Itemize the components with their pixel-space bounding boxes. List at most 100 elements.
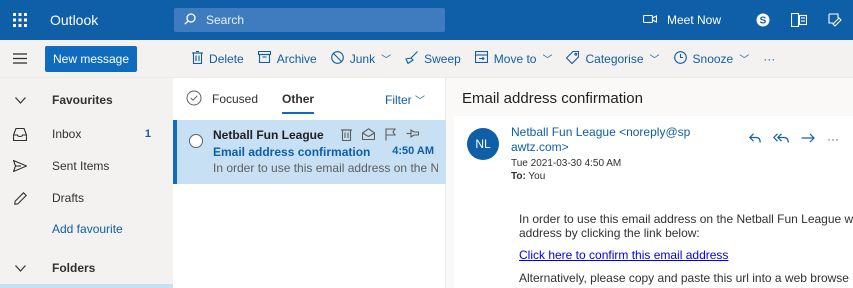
tab-other[interactable]: Other [282, 92, 315, 114]
chevron-down-icon [0, 264, 40, 272]
sweep-label: Sweep [424, 51, 461, 66]
inbox-icon [0, 127, 40, 141]
app-launcher-icon[interactable] [0, 0, 40, 40]
folders-label: Folders [52, 261, 96, 275]
folders-header[interactable]: Folders [0, 252, 173, 284]
trash-icon[interactable] [341, 128, 352, 144]
block-icon [330, 50, 344, 67]
hamburger-menu-icon[interactable] [0, 40, 40, 78]
sender-line-1: Netball Fun League <noreply@sp [511, 125, 691, 139]
broom-icon [405, 50, 418, 67]
meet-now-label: Meet Now [666, 13, 721, 27]
message-list: Focused Other Filter ﹀ Netball Fun Leagu… [173, 78, 446, 288]
list-item[interactable]: Netball Fun League Email address confirm… [173, 120, 446, 184]
search-input[interactable]: Search [174, 8, 445, 32]
skype-icon[interactable]: S [745, 0, 781, 40]
more-actions-label: ··· [763, 51, 776, 66]
select-all-checkbox[interactable] [186, 90, 202, 109]
new-message-button[interactable]: New message [45, 45, 138, 72]
tab-focused[interactable]: Focused [212, 92, 258, 106]
to-label: To: [511, 171, 526, 182]
folder-pane: Favourites Inbox 1 Sent Items Drafts Add… [0, 78, 173, 288]
chevron-down-icon: ﹀ [542, 55, 553, 66]
svg-text:S: S [760, 16, 767, 27]
sweep-button[interactable]: Sweep [405, 50, 461, 67]
search-icon [184, 12, 206, 28]
add-favourite-link[interactable]: Add favourite [0, 213, 173, 245]
sender-line-2: awtz.com> [511, 140, 569, 154]
video-camera-icon [642, 13, 658, 27]
message-sender: Netball Fun League [213, 128, 324, 142]
sent-label: Sent Items [52, 159, 110, 173]
meet-now-button[interactable]: Meet Now [642, 13, 721, 27]
mark-read-icon[interactable] [361, 128, 376, 144]
confirm-email-link[interactable]: Click here to confirm this email address [519, 248, 729, 262]
clock-icon [673, 50, 687, 67]
inbox-unread-count: 1 [144, 128, 151, 140]
email-body: In order to use this email address on th… [519, 212, 853, 285]
move-to-button[interactable]: Move to ﹀ [474, 50, 553, 66]
command-bar: New message Delete Archive Junk ﹀ Sweep … [0, 40, 853, 78]
to-value: You [528, 171, 546, 182]
favourites-label: Favourites [52, 93, 113, 107]
archive-label: Archive [276, 51, 317, 66]
top-bar: Outlook Search Meet Now S [0, 0, 853, 40]
more-actions-button[interactable]: ··· [763, 52, 775, 66]
email-recipients: To: You [511, 171, 545, 182]
app-title[interactable]: Outlook [50, 12, 170, 28]
reply-icon[interactable] [748, 132, 761, 146]
sender-address[interactable]: Netball Fun League <noreply@sp awtz.com> [511, 125, 691, 155]
chevron-down-icon [0, 96, 40, 104]
chevron-down-icon: ﹀ [649, 55, 660, 66]
filter-button[interactable]: Filter ﹀ [385, 92, 425, 107]
archive-icon [257, 50, 271, 66]
flag-icon[interactable] [385, 128, 397, 144]
email-subject-title: Email address confirmation [462, 90, 643, 107]
email-card: NL Netball Fun League <noreply@sp awtz.c… [454, 116, 853, 288]
calendar-icon[interactable] [781, 0, 817, 40]
email-date: Tue 2021-03-30 4:50 AM [511, 158, 622, 169]
filter-label: Filter [384, 92, 412, 107]
chevron-down-icon: ﹀ [415, 95, 425, 107]
junk-button[interactable]: Junk ﹀ [330, 50, 392, 67]
avatar[interactable]: NL [467, 128, 499, 160]
selected-folder-indicator [0, 284, 173, 288]
categorise-button[interactable]: Categorise ﹀ [566, 50, 660, 67]
feedback-icon[interactable] [817, 0, 853, 40]
chevron-down-icon: ﹀ [381, 55, 392, 66]
message-time: 4:50 AM [392, 145, 434, 157]
archive-button[interactable]: Archive [257, 50, 317, 66]
message-list-header: Focused Other Filter ﹀ [173, 78, 445, 120]
delete-button[interactable]: Delete [192, 50, 244, 67]
trash-icon [192, 50, 204, 67]
add-favourite-label: Add favourite [52, 222, 123, 236]
junk-label: Junk [349, 51, 376, 66]
sidebar-item-drafts[interactable]: Drafts [0, 182, 173, 214]
more-options-icon[interactable]: ··· [827, 132, 839, 146]
snooze-button[interactable]: Snooze ﹀ [673, 50, 750, 67]
delete-label: Delete [209, 51, 244, 66]
categorise-label: Categorise [585, 51, 644, 66]
body-line-1: In order to use this email address on th… [519, 212, 853, 226]
forward-icon[interactable] [801, 132, 815, 146]
sidebar-item-inbox[interactable]: Inbox 1 [0, 118, 173, 150]
drafts-label: Drafts [52, 191, 85, 205]
favourites-header[interactable]: Favourites [0, 84, 173, 116]
snooze-label: Snooze [692, 51, 734, 66]
message-subject: Email address confirmation [213, 145, 371, 159]
message-preview: In order to use this email address on th… [213, 161, 438, 175]
message-select-radio[interactable] [189, 134, 203, 148]
sidebar-item-sent[interactable]: Sent Items [0, 150, 173, 182]
reading-pane: Email address confirmation NL Netball Fu… [446, 78, 853, 288]
inbox-label: Inbox [52, 127, 82, 141]
pencil-icon [0, 191, 40, 205]
chevron-down-icon: ﹀ [739, 55, 750, 66]
pin-icon[interactable] [406, 128, 420, 144]
search-placeholder: Search [206, 13, 245, 27]
tag-icon [566, 50, 580, 67]
reply-all-icon[interactable] [772, 132, 789, 146]
body-line-2: address by clicking the link below: [519, 226, 700, 240]
move-to-label: Move to [493, 51, 537, 66]
folder-move-icon [474, 50, 488, 66]
body-line-3: Alternatively, please copy and paste thi… [519, 271, 849, 285]
